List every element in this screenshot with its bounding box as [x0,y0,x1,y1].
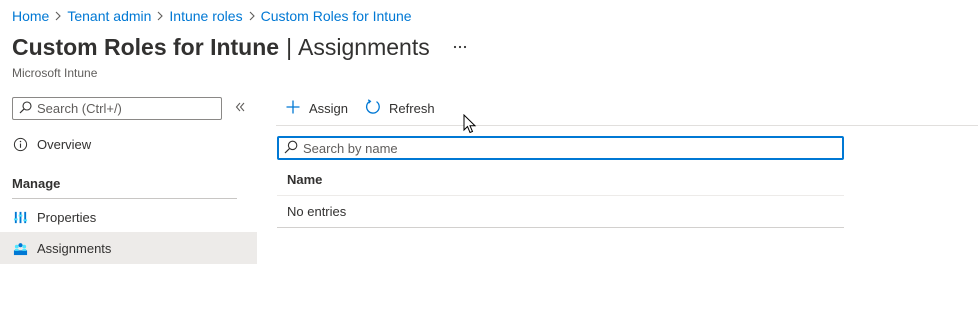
sidebar-divider [12,198,237,199]
sidebar-item-label: Overview [37,136,92,152]
name-search-input[interactable] [303,140,833,156]
breadcrumb-home[interactable]: Home [12,8,49,24]
breadcrumb-tenant-admin[interactable]: Tenant admin [67,8,151,24]
more-options-icon[interactable] [453,40,469,56]
page-title-separator: | [286,34,293,60]
empty-state-row: No entries [277,196,844,228]
breadcrumb-intune-roles[interactable]: Intune roles [169,8,242,24]
mouse-pointer-icon [463,113,477,134]
info-icon [12,136,28,152]
page-subtitle: Microsoft Intune [12,66,98,80]
breadcrumb: Home Tenant admin Intune roles Custom Ro… [12,8,412,24]
sidebar-search-box[interactable] [12,97,222,120]
chevron-right-icon [151,8,169,24]
column-header-label: Name [287,172,323,187]
refresh-icon [365,98,389,118]
chevron-right-icon [243,8,261,24]
sidebar-item-properties[interactable]: Properties [0,201,257,233]
assign-button-label: Assign [309,100,349,116]
assign-button[interactable]: Assign [285,99,348,118]
collapse-sidebar-icon[interactable] [234,101,248,115]
sidebar-item-label: Properties [37,209,97,225]
page-title: Custom Roles for Intune | Assignments [12,34,430,61]
sidebar-section-manage: Manage [12,176,61,191]
refresh-button[interactable]: Refresh [365,98,435,118]
sidebar-item-assignments[interactable]: Assignments [0,232,257,264]
sidebar-item-overview[interactable]: Overview [0,128,257,160]
page-title-blade: Assignments [298,34,430,60]
assignments-icon [12,240,28,256]
column-header-name[interactable]: Name [277,164,844,196]
toolbar-divider [276,125,978,126]
sidebar-item-label: Assignments [37,240,112,256]
refresh-button-label: Refresh [389,100,435,116]
page-title-resource: Custom Roles for Intune [12,34,280,60]
chevron-right-icon [49,8,67,24]
properties-icon [12,209,28,225]
plus-icon [285,99,309,118]
empty-state-text: No entries [287,204,347,219]
search-icon [19,100,32,117]
search-icon [284,140,298,157]
command-bar: Assign Refresh [276,96,443,120]
breadcrumb-custom-roles[interactable]: Custom Roles for Intune [261,8,412,24]
name-search-box[interactable] [277,136,844,160]
sidebar-search-input[interactable] [37,101,217,116]
